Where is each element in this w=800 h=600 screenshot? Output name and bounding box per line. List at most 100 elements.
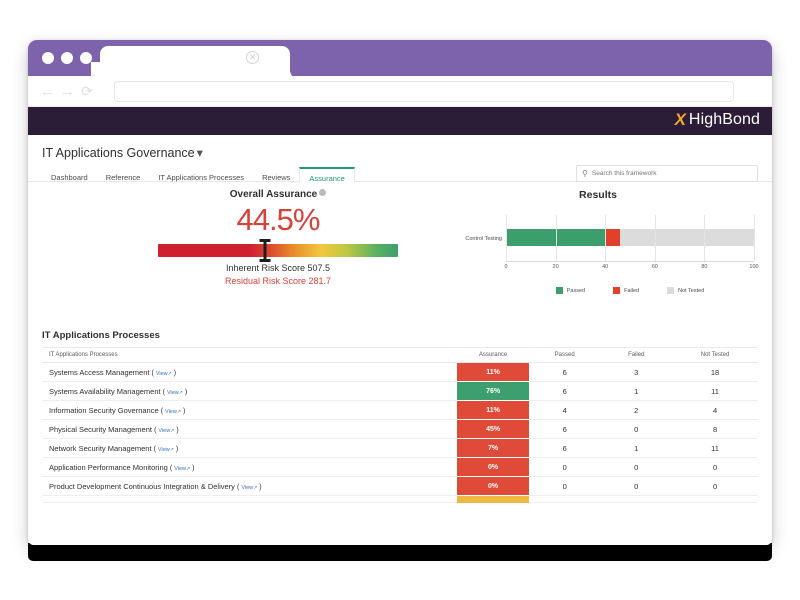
page-header: IT Applications Governance ▾ Dashboard Re…	[28, 135, 772, 189]
chart-gridline	[654, 215, 656, 261]
highbond-x-mark-icon: X	[674, 110, 686, 129]
cell-process-name: Product Development Continuous Integrati…	[42, 476, 458, 496]
window-minimize-dot[interactable]	[61, 52, 73, 64]
partial-assurance-cell	[457, 496, 529, 503]
legend-swatch-failed	[613, 287, 621, 294]
table-row[interactable]: Network Security Management ( View↗ ) 7% 6…	[42, 438, 758, 458]
info-icon[interactable]	[319, 189, 327, 196]
cell-failed: 0	[600, 476, 673, 496]
assurance-content: Overall Assurance 44.5% Inherent Risk Sc…	[28, 183, 772, 545]
cell-process-name: Application Performance Monitoring ( Vie…	[42, 457, 458, 477]
reload-icon[interactable]: ⟳	[81, 84, 93, 99]
cell-process-name: Systems Availability Management ( View↗ …	[42, 381, 458, 401]
paren-close: )	[171, 369, 177, 377]
chart-gridline	[704, 215, 706, 261]
close-icon[interactable]: ✕	[246, 51, 259, 64]
highbond-logo[interactable]: X HighBond	[675, 111, 760, 129]
back-arrow-icon[interactable]: ←	[40, 84, 55, 99]
table-partial-row	[42, 496, 758, 503]
view-link[interactable]: View	[174, 466, 186, 472]
processes-table-section: IT Applications Processes IT Application…	[42, 330, 758, 503]
process-name-text: Physical Security Management	[49, 424, 155, 434]
chevron-down-icon[interactable]: ▾	[197, 146, 203, 160]
legend-item-not-tested[interactable]: Not Tested	[667, 287, 704, 294]
browser-tab-edge	[278, 46, 292, 76]
browser-window: ✕ ← → ⟳ X HighBond IT Applications Gover…	[28, 40, 772, 545]
table-row[interactable]: Information Security Governance ( View↗ …	[42, 400, 758, 420]
view-link[interactable]: View	[156, 371, 168, 377]
chart-plot-area	[506, 215, 755, 261]
chart-gridline	[754, 215, 755, 261]
browser-tab[interactable]	[91, 46, 290, 76]
overall-assurance-panel: Overall Assurance 44.5% Inherent Risk Sc…	[128, 189, 428, 286]
legend-item-passed[interactable]: Passed	[555, 287, 586, 294]
column-header-not-tested[interactable]: Not Tested	[672, 347, 758, 363]
view-link[interactable]: View	[158, 447, 170, 453]
legend-label-failed: Failed	[624, 287, 640, 294]
column-header-failed[interactable]: Failed	[600, 347, 673, 363]
legend-item-failed[interactable]: Failed	[613, 287, 639, 294]
column-header-passed[interactable]: Passed	[528, 347, 601, 363]
legend-swatch-passed	[555, 287, 563, 294]
residual-risk-score: Residual Risk Score 281.7	[224, 276, 332, 286]
cell-failed: 2	[600, 400, 673, 420]
cell-assurance[interactable]: 45%	[457, 419, 529, 439]
chart-legend: Passed Failed Not Tested	[506, 287, 754, 294]
table-row[interactable]: Systems Availability Management ( View↗ …	[42, 381, 758, 401]
view-link[interactable]: View	[165, 409, 177, 415]
table-row[interactable]: Product Development Continuous Integrati…	[42, 476, 758, 496]
table-header-row: IT Applications Processes Assurance Pass…	[42, 347, 758, 363]
table-row[interactable]: Application Performance Monitoring ( Vie…	[42, 457, 758, 477]
cell-process-name: Systems Access Management ( View↗ )	[42, 362, 458, 382]
legend-label-passed: Passed	[566, 287, 586, 294]
column-header-name[interactable]: IT Applications Processes	[42, 347, 458, 363]
table-row[interactable]: Physical Security Management ( View↗ ) 45…	[42, 419, 758, 439]
highbond-wordmark: HighBond	[688, 111, 760, 128]
search-input[interactable]	[591, 170, 742, 177]
cell-assurance[interactable]: 0%	[457, 457, 529, 477]
bar-segment-not-tested[interactable]	[620, 229, 754, 246]
cell-assurance[interactable]: 11%	[457, 400, 529, 420]
view-link[interactable]: View	[158, 428, 170, 434]
view-link[interactable]: View	[167, 390, 179, 396]
cell-assurance[interactable]: 0%	[457, 476, 529, 496]
column-header-assurance[interactable]: Assurance	[457, 347, 529, 363]
browser-url-bar: ← → ⟳	[28, 76, 772, 107]
page-title-text: IT Applications Governance	[42, 146, 195, 160]
bar-segment-failed[interactable]	[605, 229, 621, 246]
cell-failed: 1	[600, 381, 673, 401]
cell-not-tested: 0	[672, 457, 758, 477]
cell-assurance[interactable]: 11%	[457, 362, 529, 382]
risk-gauge	[158, 239, 398, 262]
paren-close: )	[257, 483, 262, 491]
inherent-risk-score: Inherent Risk Score 507.5	[225, 263, 331, 273]
browser-title-bar: ✕	[28, 40, 772, 76]
results-panel: Results Control Testing 0 20 40 60 80 100	[428, 189, 768, 294]
chart-gridline	[506, 215, 507, 261]
cell-passed: 6	[528, 381, 601, 401]
cell-assurance[interactable]: 7%	[457, 438, 529, 458]
chart-x-axis	[506, 261, 754, 262]
table-row[interactable]: Systems Access Management ( View↗ ) 11% 6 3…	[42, 362, 758, 382]
view-link[interactable]: View	[241, 485, 253, 491]
cell-failed: 0	[600, 457, 673, 477]
window-close-dot[interactable]	[42, 52, 54, 64]
highbond-brand-bar: X HighBond	[28, 107, 772, 135]
cell-passed: 6	[528, 362, 601, 382]
forward-arrow-icon[interactable]: →	[60, 84, 75, 99]
chart-tick-label: 0	[504, 264, 508, 270]
search-box[interactable]: ⚲	[576, 165, 758, 182]
cell-failed: 1	[600, 438, 673, 458]
laptop-mockup: ✕ ← → ⟳ X HighBond IT Applications Gover…	[0, 0, 800, 600]
process-name-text: Information Security Governance	[49, 405, 161, 415]
url-input[interactable]	[114, 81, 734, 102]
paren-close: )	[190, 464, 195, 472]
cell-assurance[interactable]: 76%	[457, 381, 529, 401]
page-title[interactable]: IT Applications Governance ▾	[42, 145, 203, 160]
search-icon: ⚲	[582, 169, 588, 178]
cell-passed: 4	[528, 400, 601, 420]
cell-not-tested: 11	[672, 381, 758, 401]
paren-close: )	[182, 388, 188, 396]
overall-assurance-title: Overall Assurance	[128, 189, 428, 200]
cell-not-tested: 4	[672, 400, 758, 420]
